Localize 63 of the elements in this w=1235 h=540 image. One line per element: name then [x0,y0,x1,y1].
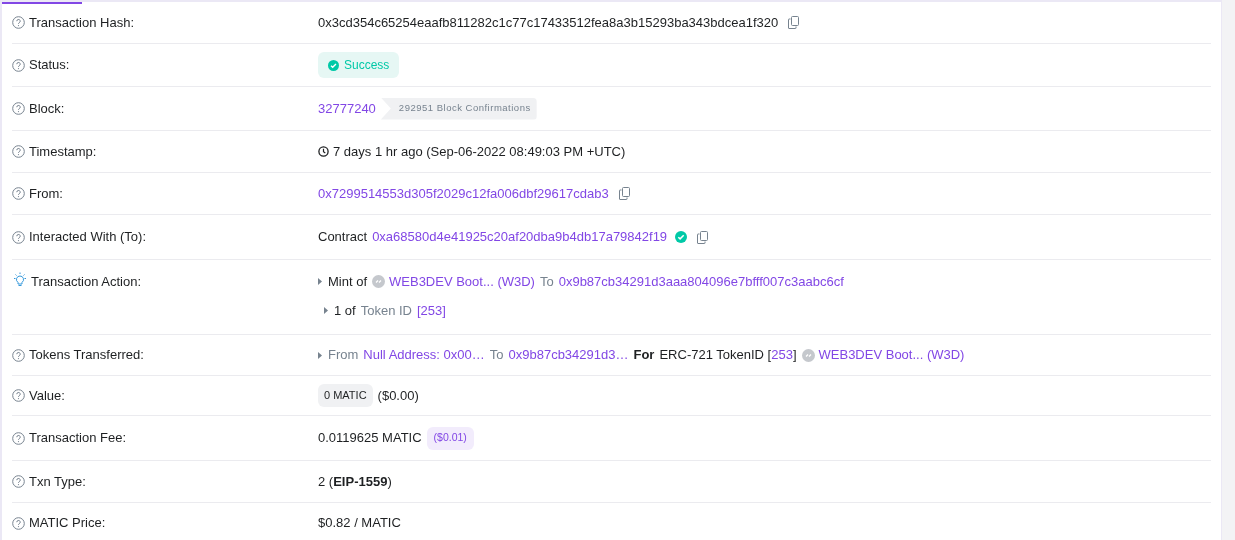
value-text: 2 (EIP-1559) [318,472,392,491]
link[interactable]: 0x7299514553d305f2029c12fa006dbf29617cdab3 [318,183,609,204]
value-text: 0x3cd354c65254eaafb811282c1c77c17433512fea8a3b15293ba343bdcea1f320 [318,13,779,32]
token-icon [372,275,385,289]
help-icon [12,516,25,530]
price-badge: ($0.01) [426,426,474,450]
field-label: Block: [29,99,65,118]
caret-icon [324,306,328,314]
lightbulb-icon [12,272,28,288]
field-label: From: [29,184,63,203]
link[interactable]: Null Address: 0x00… [363,345,485,365]
token-icon [801,348,815,362]
field-label: Transaction Fee: [29,429,127,448]
value-text: Mint of [328,273,367,291]
help-icon [12,389,25,402]
link[interactable]: 253 [771,347,793,363]
value-text: 7 days 1 hr ago (Sep-06-2022 08:49:03 PM +UTC) [333,142,626,161]
link[interactable]: WEB3DEV Boot... (W3D) [818,345,965,365]
field-label: MATIC Price: [29,514,106,533]
link[interactable]: [253] [417,300,446,320]
value-text: ERC-721 TokenID [253] [659,346,797,365]
field-label: Transaction Action: [31,273,142,291]
label-text: To [539,273,554,291]
status-badge: Success [318,52,400,78]
value-text: $0.82 / MATIC [318,514,401,533]
value-text: 1 of [334,301,356,320]
value-text: ($0.00) [377,386,419,405]
help-icon [12,58,25,72]
help-icon [12,145,25,158]
caret-icon [318,351,322,359]
field-label: Tokens Transferred: [29,346,144,365]
field-label: Transaction Hash: [29,13,134,32]
help-icon [12,230,25,244]
copy-icon [618,187,630,200]
help-icon [12,16,25,29]
label-text: To [489,346,504,365]
field-label: Status: [29,56,70,75]
link[interactable]: WEB3DEV Boot... (W3D) [389,272,535,292]
value-text: 0.0119625 MATIC [318,429,422,448]
link[interactable]: 32777240 [318,98,376,119]
field-label: Txn Type: [29,472,86,491]
label-text: From [328,346,359,365]
link[interactable]: 0x9b87cb34291d3aaa804096e7bfff007c3aabc6cf [558,272,844,292]
confirmations-badge: 292951 Block Confirmations [380,97,537,120]
copy-icon [697,230,709,244]
help-icon [12,102,25,115]
copy-icon [788,16,800,29]
help-icon [12,431,25,445]
help-icon [12,475,25,488]
field-label: Interacted With (To): [29,228,147,247]
value-badge: 0 MATIC [318,384,373,407]
link[interactable]: 0x9b87cb34291d3… [508,345,629,365]
label-text: Token ID [360,301,412,320]
help-icon [12,187,25,200]
help-icon [12,348,25,362]
label-text: For [633,346,655,365]
field-label: Timestamp: [29,142,97,161]
link[interactable]: 0xa68580d4e41925c20af20dba9b4db17a79842f19 [372,227,668,247]
field-label: Value: [29,386,65,405]
check-circle-icon [675,231,688,243]
clock-icon [318,146,329,157]
value-text: Contract [318,228,368,247]
caret-icon [318,278,322,286]
